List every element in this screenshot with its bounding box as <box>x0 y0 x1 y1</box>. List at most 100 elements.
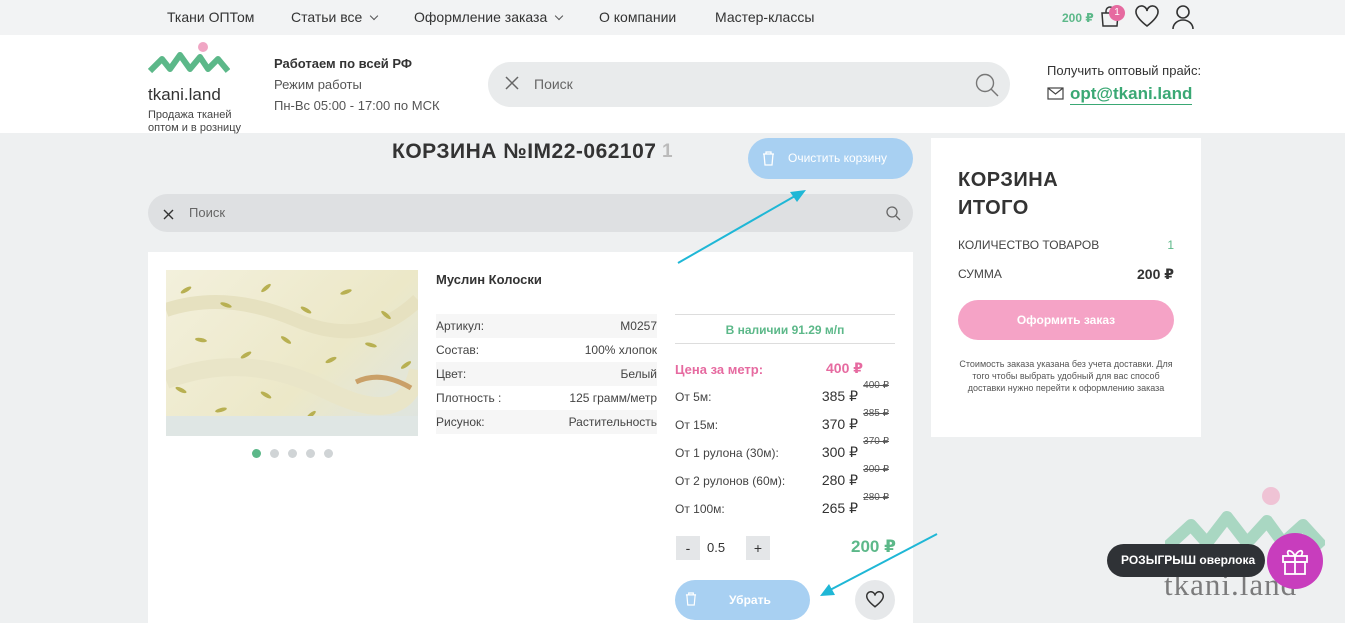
property-label: Состав: <box>436 343 480 357</box>
gift-icon <box>1282 549 1308 575</box>
line-total: 200 ₽ <box>851 537 896 556</box>
property-row: Цвет: Белый <box>436 362 657 386</box>
tier-label: От 5м: <box>675 390 712 404</box>
clear-cart-label: Очистить корзину <box>788 151 887 165</box>
header-search-input[interactable]: Поиск <box>488 62 1010 107</box>
cart-title: КОРЗИНА №IM22-062107 <box>392 140 657 163</box>
cart-sum[interactable]: 200 ₽ <box>1062 11 1094 25</box>
nav-item-articles[interactable]: Статьи все <box>291 9 379 25</box>
photo-carousel-dots[interactable] <box>252 445 342 463</box>
property-row: Артикул: M0257 <box>436 314 657 338</box>
cart-item-card: Муслин Колоски Артикул: M0257 Состав: 100%… <box>148 252 913 623</box>
user-icon[interactable] <box>1171 4 1195 35</box>
search-placeholder: Поиск <box>534 76 573 92</box>
product-properties: Артикул: M0257 Состав: 100% хлопок Цвет: Бе… <box>436 314 657 434</box>
email-address: opt@tkani.land <box>1070 84 1193 105</box>
heart-icon <box>866 591 884 608</box>
site-header: tkani.land Продажа тканей оптом и в розн… <box>0 35 1345 134</box>
price-tier-row: От 100м: 265 ₽ 280 ₽ <box>675 492 895 524</box>
property-value: 100% хлопок <box>584 343 657 357</box>
price-tier-row: От 1 рулона (30м): 300 ₽ 370 ₽ <box>675 436 895 468</box>
carousel-dot[interactable] <box>270 449 279 458</box>
price-per-meter-row: Цена за метр: 400 ₽ <box>675 356 895 384</box>
property-row: Плотность : 125 грамм/метр <box>436 386 657 410</box>
nav-item-about[interactable]: О компании <box>599 9 676 25</box>
tier-price: 280 ₽ <box>821 472 858 488</box>
product-photo[interactable] <box>166 270 418 436</box>
product-name[interactable]: Муслин Колоски <box>436 272 542 287</box>
property-row: Состав: 100% хлопок <box>436 338 657 362</box>
remove-label: Убрать <box>729 593 771 607</box>
add-to-favorites-button[interactable] <box>855 580 895 620</box>
tier-old-price: 400 ₽ <box>863 380 889 391</box>
property-row: Рисунок: Растительность <box>436 410 657 434</box>
tier-label: От 15м: <box>675 418 719 432</box>
tier-price: 300 ₽ <box>821 444 858 460</box>
total-sum-label: СУММА <box>958 267 1002 281</box>
property-label: Плотность : <box>436 391 502 405</box>
close-icon[interactable] <box>163 207 174 225</box>
items-count-label: КОЛИЧЕСТВО ТОВАРОВ <box>958 238 1100 252</box>
tier-label: От 2 рулонов (60м): <box>675 474 786 488</box>
search-icon[interactable] <box>885 205 901 226</box>
property-value: Растительность <box>568 415 657 429</box>
tier-old-price: 370 ₽ <box>863 436 889 447</box>
nav-item-masterclasses[interactable]: Мастер-классы <box>715 9 814 25</box>
chevron-down-icon <box>555 11 564 21</box>
cart-summary: КОРЗИНА ИТОГО КОЛИЧЕСТВО ТОВАРОВ 1 СУММА… <box>931 138 1201 437</box>
carousel-dot[interactable] <box>252 449 261 458</box>
carousel-dot[interactable] <box>306 449 315 458</box>
tier-label: От 1 рулона (30м): <box>675 446 779 460</box>
cart-count-badge: 1 <box>1109 5 1125 21</box>
property-value: 125 грамм/метр <box>569 391 657 405</box>
property-label: Рисунок: <box>436 415 485 429</box>
price-label: Цена за метр: <box>675 362 764 377</box>
property-label: Цвет: <box>436 367 467 381</box>
close-icon[interactable] <box>504 75 520 96</box>
carousel-dot[interactable] <box>288 449 297 458</box>
tier-price: 370 ₽ <box>821 416 858 432</box>
summary-title: КОРЗИНА ИТОГО <box>958 166 1058 222</box>
tier-old-price: 300 ₽ <box>863 464 889 475</box>
work-mode: Режим работы <box>274 77 362 92</box>
property-label: Артикул: <box>436 319 485 333</box>
trash-icon <box>685 592 697 609</box>
price-tier-row: От 5м: 385 ₽ 400 ₽ <box>675 380 895 412</box>
total-sum-value: 200 ₽ <box>1137 266 1174 282</box>
logo-name: tkani.land <box>148 85 221 104</box>
quantity-value[interactable]: 0.5 <box>707 540 725 555</box>
price-tiers: Цена за метр: 400 ₽ От 5м: 385 ₽ 400 ₽ О… <box>675 356 895 524</box>
nav-item-ordering[interactable]: Оформление заказа <box>414 9 564 25</box>
checkout-button[interactable]: Оформить заказ <box>958 300 1174 340</box>
work-title: Работаем по всей РФ <box>274 56 412 71</box>
search-placeholder: Поиск <box>189 205 226 220</box>
delivery-note: Стоимость заказа указана без учета доста… <box>959 359 1173 393</box>
cart-item-count: 1 <box>662 141 673 162</box>
price-tier-row: От 2 рулонов (60м): 280 ₽ 300 ₽ <box>675 464 895 496</box>
stock-status: В наличии 91.29 м/п <box>675 314 895 344</box>
chevron-down-icon <box>370 11 379 21</box>
site-logo[interactable]: tkani.land Продажа тканей оптом и в розн… <box>147 41 248 134</box>
quantity-decrease-button[interactable]: - <box>676 536 700 560</box>
summary-title-line: КОРЗИНА <box>958 169 1059 191</box>
cart-search-input[interactable]: Поиск <box>148 194 913 232</box>
heart-icon[interactable] <box>1134 5 1160 34</box>
tier-label: От 100м: <box>675 502 725 516</box>
giveaway-promo-button[interactable]: РОЗЫГРЫШ оверлока <box>1107 544 1265 577</box>
gift-button[interactable] <box>1267 533 1323 589</box>
nav-item-wholesale[interactable]: Ткани ОПТом <box>167 9 254 25</box>
carousel-dot[interactable] <box>324 449 333 458</box>
search-icon[interactable] <box>974 72 1000 103</box>
email-link[interactable]: opt@tkani.land <box>1047 84 1193 105</box>
tier-price: 265 ₽ <box>821 500 858 516</box>
tier-price: 385 ₽ <box>821 388 858 404</box>
price-value: 400 ₽ <box>826 360 863 376</box>
quantity-increase-button[interactable]: + <box>746 536 770 560</box>
top-navigation: Ткани ОПТом Статьи все Оформление заказа… <box>0 0 1345 35</box>
logo-mark-icon <box>147 42 231 74</box>
tier-old-price: 385 ₽ <box>863 408 889 419</box>
clear-cart-button[interactable]: Очистить корзину <box>748 138 913 179</box>
remove-item-button[interactable]: Убрать <box>675 580 810 620</box>
tier-old-price: 280 ₽ <box>863 492 889 503</box>
logo-tagline: Продажа тканей оптом и в розницу <box>148 109 242 134</box>
